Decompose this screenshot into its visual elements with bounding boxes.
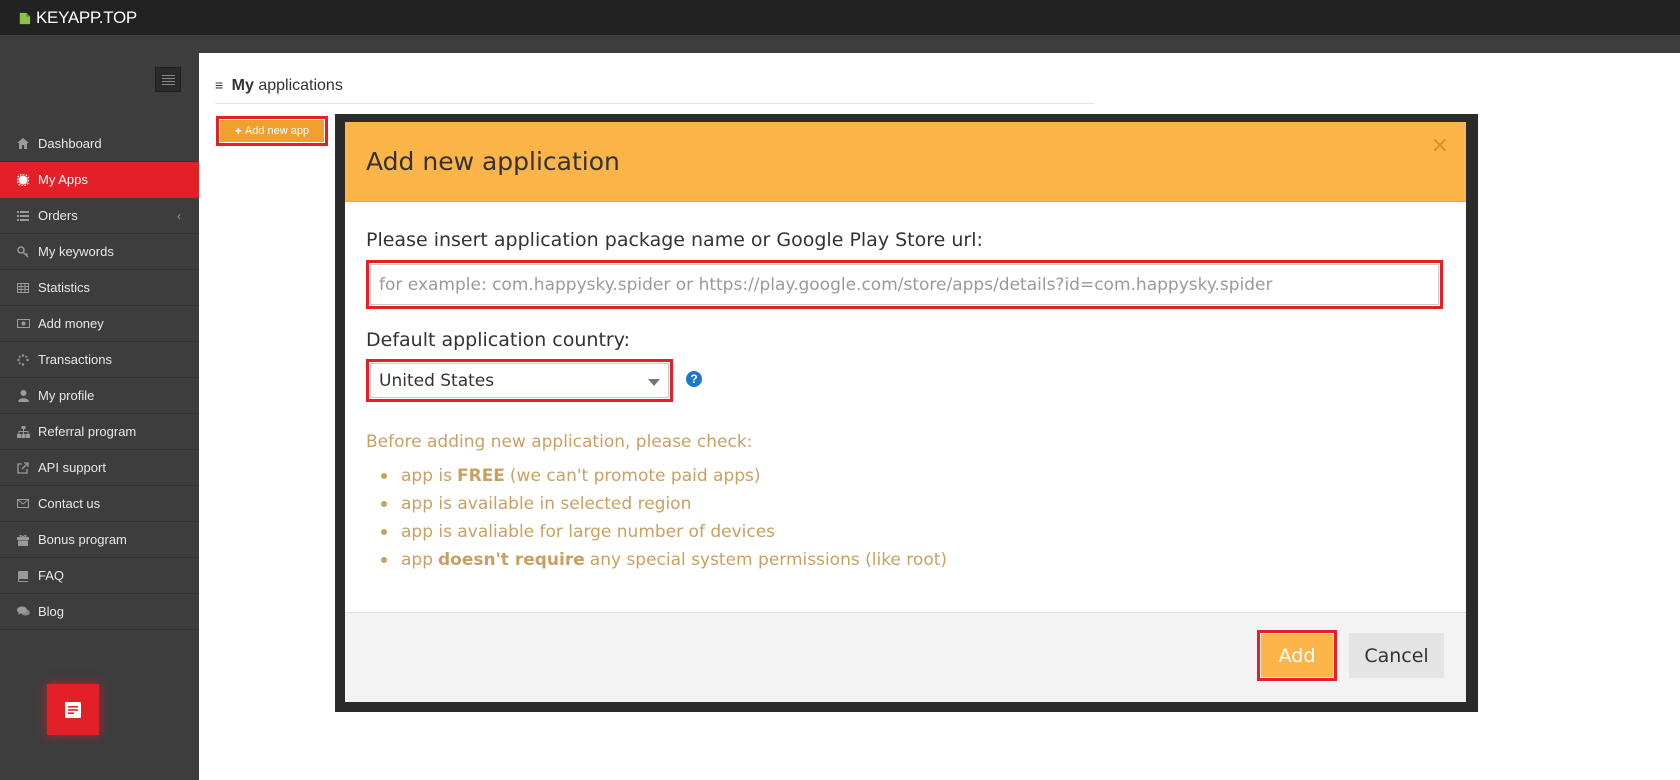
sidebar-item-referral-program[interactable]: Referral program (0, 414, 199, 450)
page-title-bold: My (231, 77, 254, 94)
chevron-left-icon: ‹ (177, 209, 181, 223)
caret-down-icon (648, 379, 660, 386)
sidebar-item-transactions[interactable]: Transactions (0, 342, 199, 378)
sidebar-item-my-apps[interactable]: My Apps (0, 162, 199, 198)
add-new-app-highlight: + Add new app (216, 116, 328, 146)
sidebar-item-my-keywords[interactable]: My keywords (0, 234, 199, 270)
package-input[interactable] (370, 264, 1439, 305)
sidebar-item-faq[interactable]: FAQ (0, 558, 199, 594)
add-new-app-button[interactable]: + Add new app (220, 120, 324, 142)
comments-icon (16, 605, 30, 619)
bars-icon: ≡ (215, 77, 224, 93)
sidebar-item-label: FAQ (38, 568, 65, 583)
money-icon (16, 317, 30, 331)
sidebar-item-contact-us[interactable]: Contact us (0, 486, 199, 522)
sidebar-item-blog[interactable]: Blog (0, 594, 199, 630)
sidebar-item-label: Referral program (38, 424, 137, 439)
book-icon (16, 569, 30, 583)
modal-body: Please insert application package name o… (345, 202, 1466, 612)
plus-icon: + (234, 124, 242, 138)
document-icon (65, 701, 81, 718)
page-title: ≡ My applications (215, 77, 343, 95)
top-strip (0, 35, 1680, 53)
top-bar: KEYAPP.TOP (0, 0, 1680, 35)
sidebar-item-label: Add money (38, 316, 104, 331)
add-button-highlight: Add (1257, 630, 1337, 681)
sidebar-item-label: My profile (38, 388, 95, 403)
sidebar-item-label: Blog (38, 604, 65, 619)
home-icon (16, 137, 30, 151)
brand-name: KEYAPP.TOP (36, 8, 137, 27)
key-icon (16, 245, 30, 259)
package-label: Please insert application package name o… (366, 229, 983, 251)
country-select-highlight: United States (366, 359, 673, 402)
sidebar-item-label: API support (38, 460, 106, 475)
sidebar-item-dashboard[interactable]: Dashboard (0, 126, 199, 162)
sidebar-item-label: Dashboard (38, 136, 102, 151)
sidebar: Dashboard My Apps Orders ‹ My keywords S… (0, 53, 199, 780)
sidebar-toggle-button[interactable] (155, 67, 181, 92)
package-input-highlight (366, 260, 1443, 309)
country-label: Default application country: (366, 329, 630, 351)
sidebar-item-label: Transactions (38, 352, 112, 367)
sidebar-item-statistics[interactable]: Statistics (0, 270, 199, 306)
sidebar-item-bonus-program[interactable]: Bonus program (0, 522, 199, 558)
sidebar-item-api-support[interactable]: API support (0, 450, 199, 486)
list-item: app is available in selected region (381, 490, 947, 518)
sidebar-item-label: My keywords (38, 244, 114, 259)
title-divider (215, 103, 1095, 104)
cog-icon (16, 173, 30, 187)
sidebar-item-orders[interactable]: Orders ‹ (0, 198, 199, 234)
help-icon[interactable]: ? (686, 371, 702, 387)
android-icon (19, 12, 31, 24)
modal-backdrop-frame: Add new application × Please insert appl… (335, 114, 1478, 712)
modal-header: Add new application × (345, 122, 1466, 202)
page-title-rest: applications (258, 77, 343, 94)
cancel-button[interactable]: Cancel (1349, 633, 1444, 678)
sidebar-item-label: Bonus program (38, 532, 127, 547)
gift-icon (16, 533, 30, 547)
check-list: app is FREE (we can't promote paid apps) a… (381, 462, 947, 574)
sidebar-item-label: Statistics (38, 280, 91, 295)
user-icon (16, 389, 30, 403)
envelope-icon (16, 497, 30, 511)
floating-feedback-button[interactable] (47, 684, 99, 735)
spinner-icon (16, 353, 30, 367)
add-button[interactable]: Add (1261, 634, 1333, 677)
sidebar-item-label: Orders (38, 208, 78, 223)
add-application-modal: Add new application × Please insert appl… (345, 122, 1466, 702)
external-link-icon (16, 461, 30, 475)
sitemap-icon (16, 425, 30, 439)
close-icon[interactable]: × (1431, 133, 1449, 158)
country-select[interactable]: United States (370, 363, 669, 398)
list-icon (16, 209, 30, 223)
sidebar-item-add-money[interactable]: Add money (0, 306, 199, 342)
table-icon (16, 281, 30, 295)
list-item: app is FREE (we can't promote paid apps) (381, 462, 947, 490)
sidebar-menu: Dashboard My Apps Orders ‹ My keywords S… (0, 126, 199, 630)
check-intro: Before adding new application, please ch… (366, 432, 753, 452)
list-item: app doesn't require any special system per… (381, 546, 947, 574)
modal-footer: Add Cancel (345, 612, 1466, 702)
sidebar-item-label: My Apps (38, 172, 88, 187)
country-select-value: United States (379, 370, 495, 391)
add-new-app-label: Add new app (244, 125, 310, 137)
list-item: app is avaliable for large number of dev… (381, 518, 947, 546)
sidebar-item-my-profile[interactable]: My profile (0, 378, 199, 414)
sidebar-item-label: Contact us (38, 496, 101, 511)
brand-logo[interactable]: KEYAPP.TOP (17, 8, 137, 28)
modal-title: Add new application (366, 147, 620, 176)
